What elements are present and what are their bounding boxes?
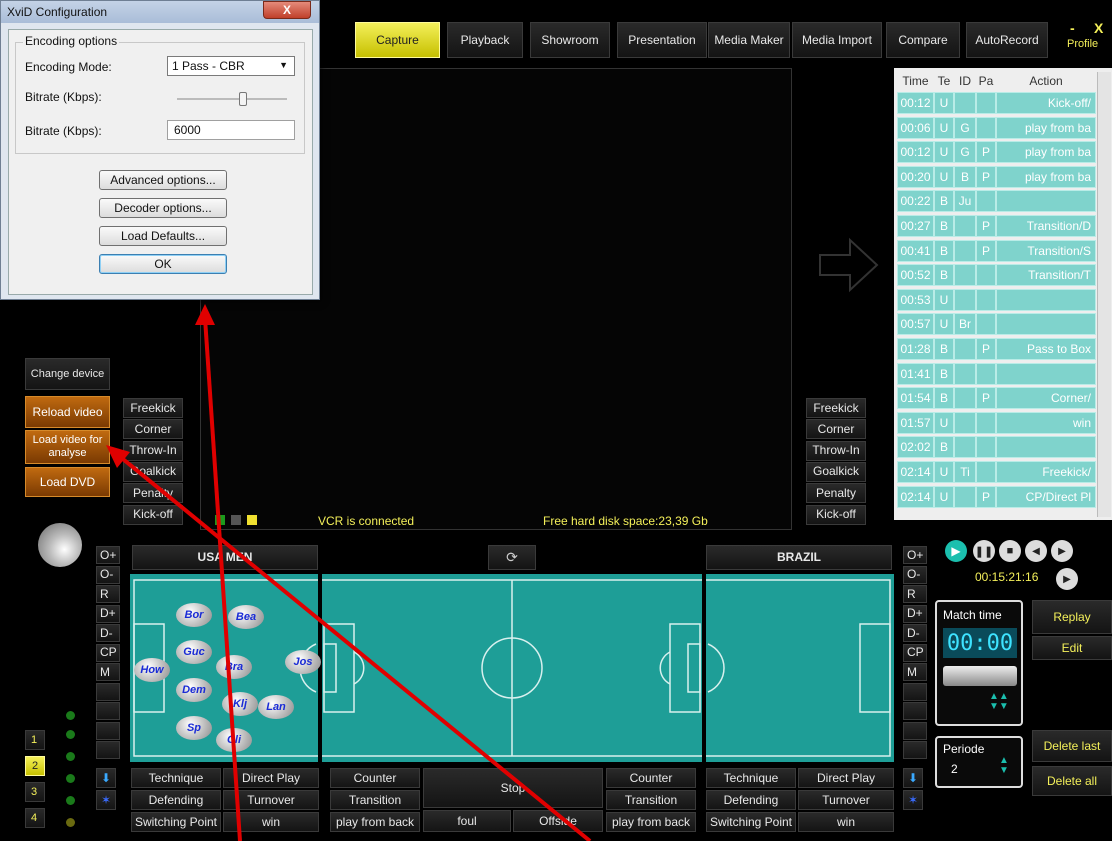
annotation-arrows bbox=[106, 304, 592, 841]
